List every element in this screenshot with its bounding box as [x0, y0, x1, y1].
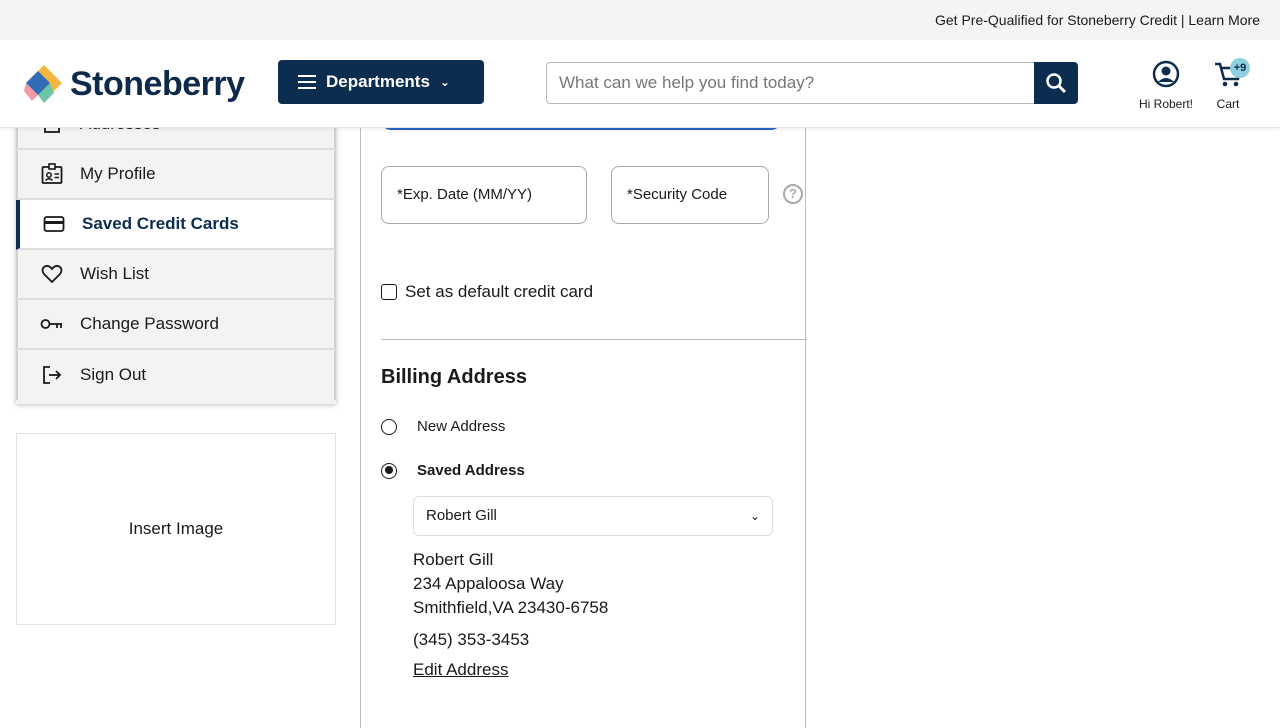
- security-code-field[interactable]: *Security Code: [611, 166, 769, 224]
- promo-link[interactable]: Get Pre-Qualified for Stoneberry Credit …: [935, 12, 1260, 28]
- saved-address-option[interactable]: Saved Address: [381, 462, 525, 479]
- security-code-placeholder: *Security Code: [627, 186, 728, 203]
- new-address-label: New Address: [417, 418, 506, 435]
- stoneberry-logo[interactable]: Stoneberry: [24, 62, 245, 106]
- search-bar: [546, 62, 1078, 104]
- account-button[interactable]: Hi Robert!: [1134, 60, 1198, 112]
- image-placeholder: Insert Image: [16, 433, 336, 625]
- edit-address-link[interactable]: Edit Address: [413, 660, 508, 680]
- cart-count-badge: +9: [1230, 58, 1250, 78]
- sidebar-item-label: My Profile: [80, 164, 156, 183]
- chevron-down-icon: ⌄: [439, 75, 450, 89]
- search-icon: [1046, 73, 1067, 94]
- saved-address-select-value: Robert Gill: [426, 507, 497, 524]
- address-city-state-zip: Smithfield,VA 23430-6758: [413, 598, 609, 617]
- new-address-radio[interactable]: [381, 418, 397, 435]
- logo-text: Stoneberry: [70, 64, 245, 103]
- logo-mark-icon: [24, 65, 62, 103]
- credit-card-form: *Exp. Date (MM/YY) *Security Code ? Set …: [360, 118, 807, 728]
- saved-address-radio[interactable]: [381, 462, 397, 479]
- promo-bar: Get Pre-Qualified for Stoneberry Credit …: [0, 0, 1280, 40]
- image-placeholder-text: Insert Image: [128, 519, 224, 538]
- sidebar-item-label: Sign Out: [80, 365, 147, 384]
- new-address-option[interactable]: New Address: [381, 418, 505, 435]
- departments-button[interactable]: Departments ⌄: [278, 60, 484, 104]
- account-sidebar: Addresses My Profile Saved Credit Cards: [16, 100, 336, 404]
- help-question-icon[interactable]: ?: [783, 184, 803, 204]
- search-input[interactable]: [546, 62, 1034, 104]
- sidebar-item-label: Saved Credit Cards: [82, 214, 239, 233]
- departments-label: Departments: [326, 72, 430, 91]
- saved-address-select[interactable]: Robert Gill ⌄: [413, 496, 773, 536]
- sidebar-item-sign-out[interactable]: Sign Out: [16, 350, 336, 400]
- sidebar-item-saved-credit-cards[interactable]: Saved Credit Cards: [16, 200, 336, 250]
- default-card-label: Set as default credit card: [405, 282, 594, 301]
- credit-card-icon: [42, 212, 66, 236]
- cart-button[interactable]: +9 Cart: [1208, 58, 1250, 112]
- address-name: Robert Gill: [413, 550, 494, 569]
- sign-out-icon: [40, 363, 64, 387]
- address-phone: (345) 353-3453: [413, 630, 530, 649]
- account-label: Hi Robert!: [1138, 97, 1194, 111]
- sidebar-item-wish-list[interactable]: Wish List: [16, 250, 336, 300]
- sidebar-item-label: Change Password: [80, 314, 219, 333]
- billing-address-heading: Billing Address: [381, 366, 527, 388]
- key-icon: [40, 312, 64, 336]
- exp-date-field[interactable]: *Exp. Date (MM/YY): [381, 166, 587, 224]
- search-button[interactable]: [1034, 62, 1078, 104]
- cart-label: Cart: [1216, 97, 1240, 111]
- address-street: 234 Appaloosa Way: [413, 574, 564, 593]
- sidebar-item-label: Wish List: [80, 264, 149, 283]
- hamburger-icon: [298, 75, 316, 89]
- saved-address-label: Saved Address: [417, 462, 525, 479]
- user-circle-icon: [1152, 60, 1180, 88]
- sidebar-item-my-profile[interactable]: My Profile: [16, 150, 336, 200]
- sidebar-item-change-password[interactable]: Change Password: [16, 300, 336, 350]
- default-card-checkbox[interactable]: [381, 284, 397, 300]
- exp-date-placeholder: *Exp. Date (MM/YY): [397, 186, 533, 203]
- profile-badge-icon: [40, 162, 64, 186]
- divider: [381, 339, 807, 340]
- default-card-checkbox-row[interactable]: Set as default credit card: [381, 282, 593, 302]
- chevron-down-icon: ⌄: [749, 509, 760, 523]
- site-header: Stoneberry Departments ⌄ Hi Robert!: [0, 40, 1280, 128]
- heart-icon: [40, 262, 64, 286]
